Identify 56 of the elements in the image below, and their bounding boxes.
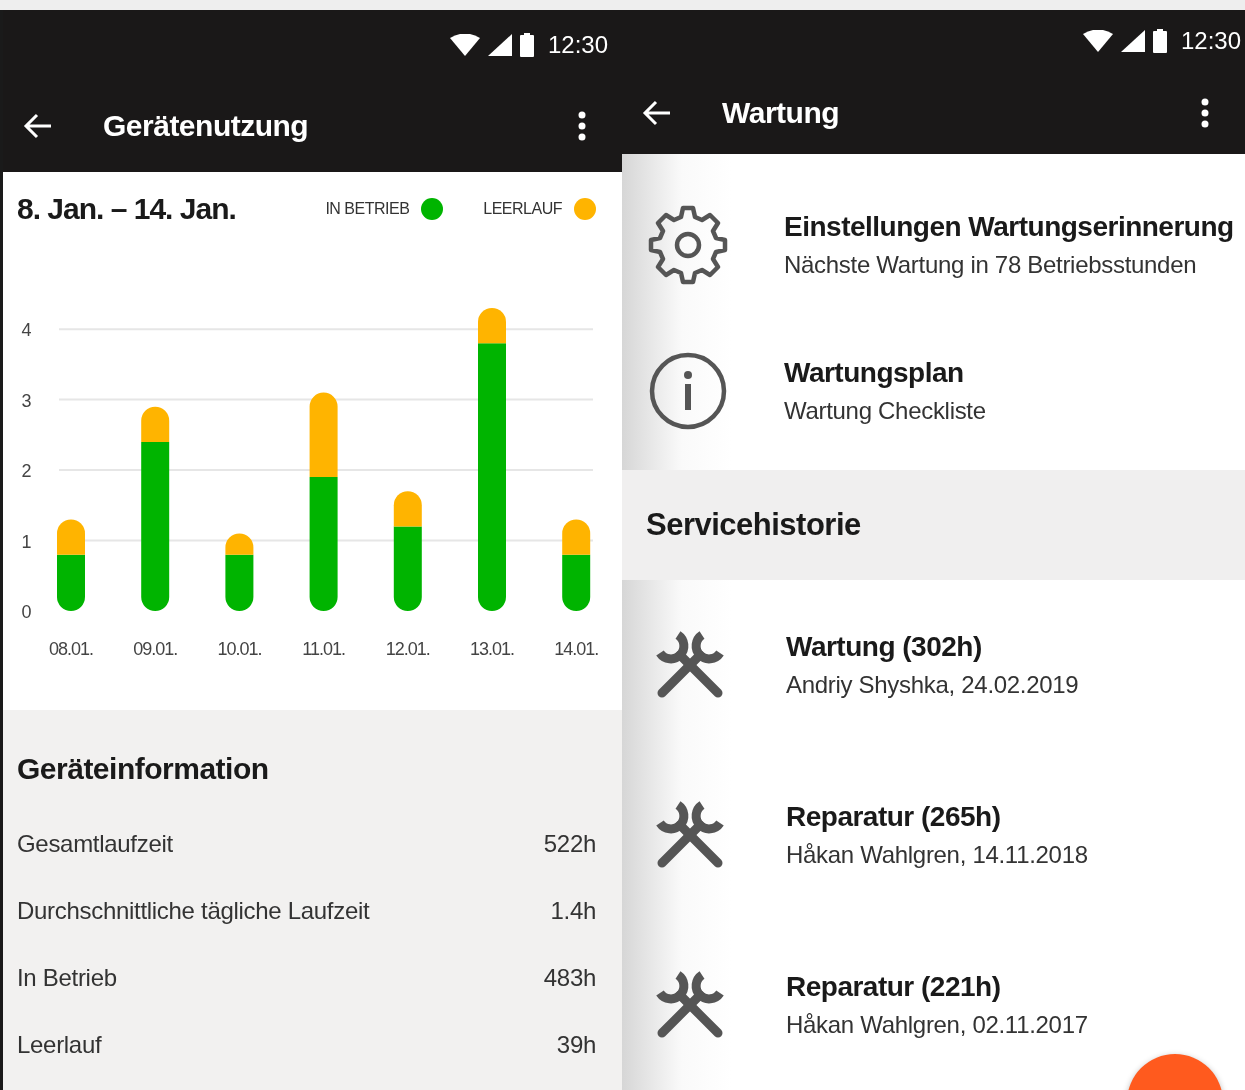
status-time: 12:30	[1180, 27, 1241, 56]
y-axis-label: 2	[21, 461, 31, 482]
screen-title: Wartung	[722, 96, 841, 131]
x-axis-label: 14.01.	[554, 639, 599, 659]
section-title: Geräteinformation	[17, 752, 270, 786]
screen-title: Gerätenutzung	[103, 109, 310, 143]
item-title: Wartungsplan	[784, 357, 965, 389]
y-axis-label: 3	[21, 390, 31, 411]
legend-label: IN BETRIEB	[325, 200, 410, 218]
info-icon	[648, 351, 728, 431]
x-axis-label: 10.01.	[217, 639, 262, 659]
y-axis-label: 4	[21, 320, 31, 341]
info-value: 39h	[556, 1030, 596, 1059]
x-axis-label: 12.01.	[385, 639, 430, 659]
entry-subtitle: Andriy Shyshka, 24.02.2019	[786, 671, 1079, 699]
more-options-icon[interactable]	[578, 111, 586, 141]
date-range: 8. Jan. – 14. Jan.	[17, 192, 236, 226]
info-label: Leerlauf	[17, 1030, 102, 1059]
signal-icon	[487, 34, 512, 56]
settings-icon	[648, 205, 728, 285]
y-axis-label: 0	[21, 602, 31, 622]
info-label: Gesamtlaufzeit	[17, 829, 173, 858]
history-entry[interactable]: Reparatur (265h) Håkan Wahlgren, 14.11.2018	[622, 750, 1245, 920]
legend-label: LEERLAUF	[483, 200, 562, 218]
item-subtitle: Wartung Checkliste	[784, 397, 986, 425]
history-entry[interactable]: Wartung (302h) Andriy Shyshka, 24.02.2019	[622, 580, 1245, 750]
info-value: 483h	[543, 963, 596, 992]
info-label: Durchschnittliche tägliche Laufzeit	[17, 896, 370, 925]
entry-title: Reparatur (221h)	[786, 971, 1002, 1003]
wifi-icon	[449, 34, 480, 56]
item-title: Einstellungen Wartungserinnerung	[784, 211, 1234, 243]
x-axis-label: 13.01.	[470, 639, 514, 659]
back-arrow-icon[interactable]	[23, 113, 53, 139]
item-subtitle: Nächste Wartung in 78 Betriebsstunden	[784, 251, 1198, 279]
x-axis-label: 11.01.	[302, 639, 345, 659]
x-axis-label: 09.01.	[133, 639, 178, 659]
battery-icon	[519, 33, 534, 57]
section-title: Servicehistorie	[646, 507, 861, 543]
entry-subtitle: Håkan Wahlgren, 02.11.2017	[786, 1011, 1088, 1039]
back-arrow-icon[interactable]	[642, 100, 672, 127]
entry-title: Wartung (302h)	[786, 631, 983, 663]
menu-item[interactable]: Wartungsplan Wartung Checkliste	[622, 318, 1245, 464]
status-time: 12:30	[547, 31, 608, 59]
info-label: In Betrieb	[17, 963, 117, 992]
wifi-icon	[1082, 30, 1113, 53]
menu-item[interactable]: Einstellungen Wartungserinnerung Nächste Wartung in 78 Betriebsstunden	[622, 172, 1245, 318]
signal-icon	[1120, 30, 1145, 53]
x-axis-label: 08.01.	[49, 639, 93, 659]
history-entry[interactable]: Reparatur (221h) Håkan Wahlgren, 02.11.2017	[622, 920, 1245, 1090]
info-value: 522h	[543, 829, 596, 858]
entry-title: Reparatur (265h)	[786, 801, 1002, 833]
entry-subtitle: Håkan Wahlgren, 14.11.2018	[786, 841, 1088, 869]
battery-icon	[1152, 29, 1167, 54]
y-axis-label: 1	[21, 531, 31, 552]
more-options-icon[interactable]	[1201, 98, 1209, 129]
info-value: 1.4h	[550, 896, 596, 925]
